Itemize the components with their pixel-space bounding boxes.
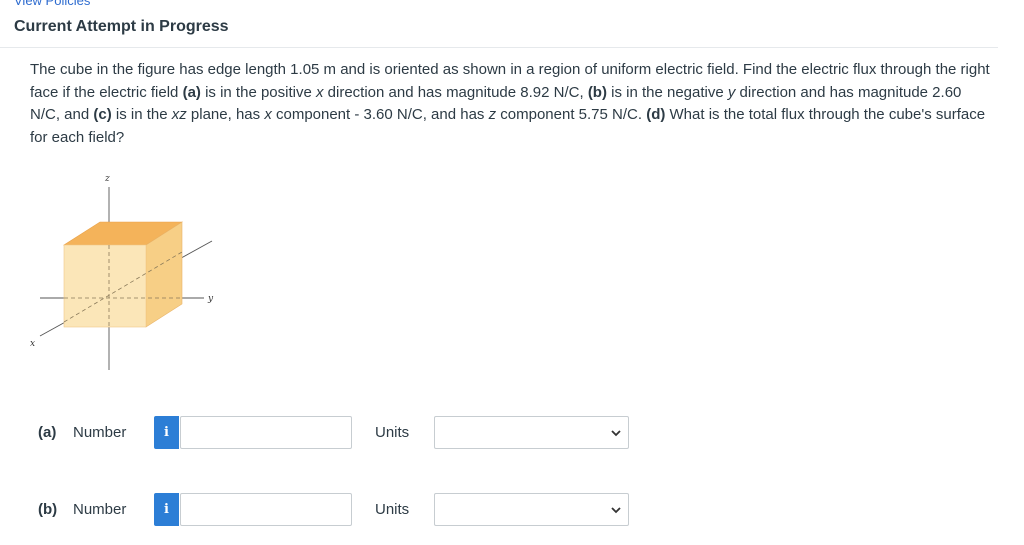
number-label: Number [73, 501, 127, 518]
y-axis-label: y [207, 294, 214, 304]
view-policies-link[interactable]: View Policies [14, 0, 90, 8]
units-select-b[interactable] [434, 493, 629, 526]
problem-statement: The cube in the figure has edge length 1… [30, 61, 990, 146]
chevron-down-icon [611, 507, 621, 514]
part-label: (b) [38, 501, 58, 518]
x-axis-label: x [30, 339, 35, 349]
chevron-down-icon [611, 430, 621, 437]
z-axis-label: z [104, 174, 110, 184]
page-title: Current Attempt in Progress [14, 18, 229, 35]
units-label: Units [375, 501, 410, 518]
part-label: (a) [38, 424, 57, 441]
cube-figure: z y x [28, 172, 228, 377]
number-label: Number [73, 424, 127, 441]
units-label: Units [375, 424, 410, 441]
number-input-b[interactable] [180, 493, 352, 526]
number-input-a[interactable] [180, 416, 352, 449]
units-select-a[interactable] [434, 416, 629, 449]
header-divider [0, 47, 998, 48]
info-icon[interactable]: i [154, 493, 179, 526]
info-icon[interactable]: i [154, 416, 179, 449]
